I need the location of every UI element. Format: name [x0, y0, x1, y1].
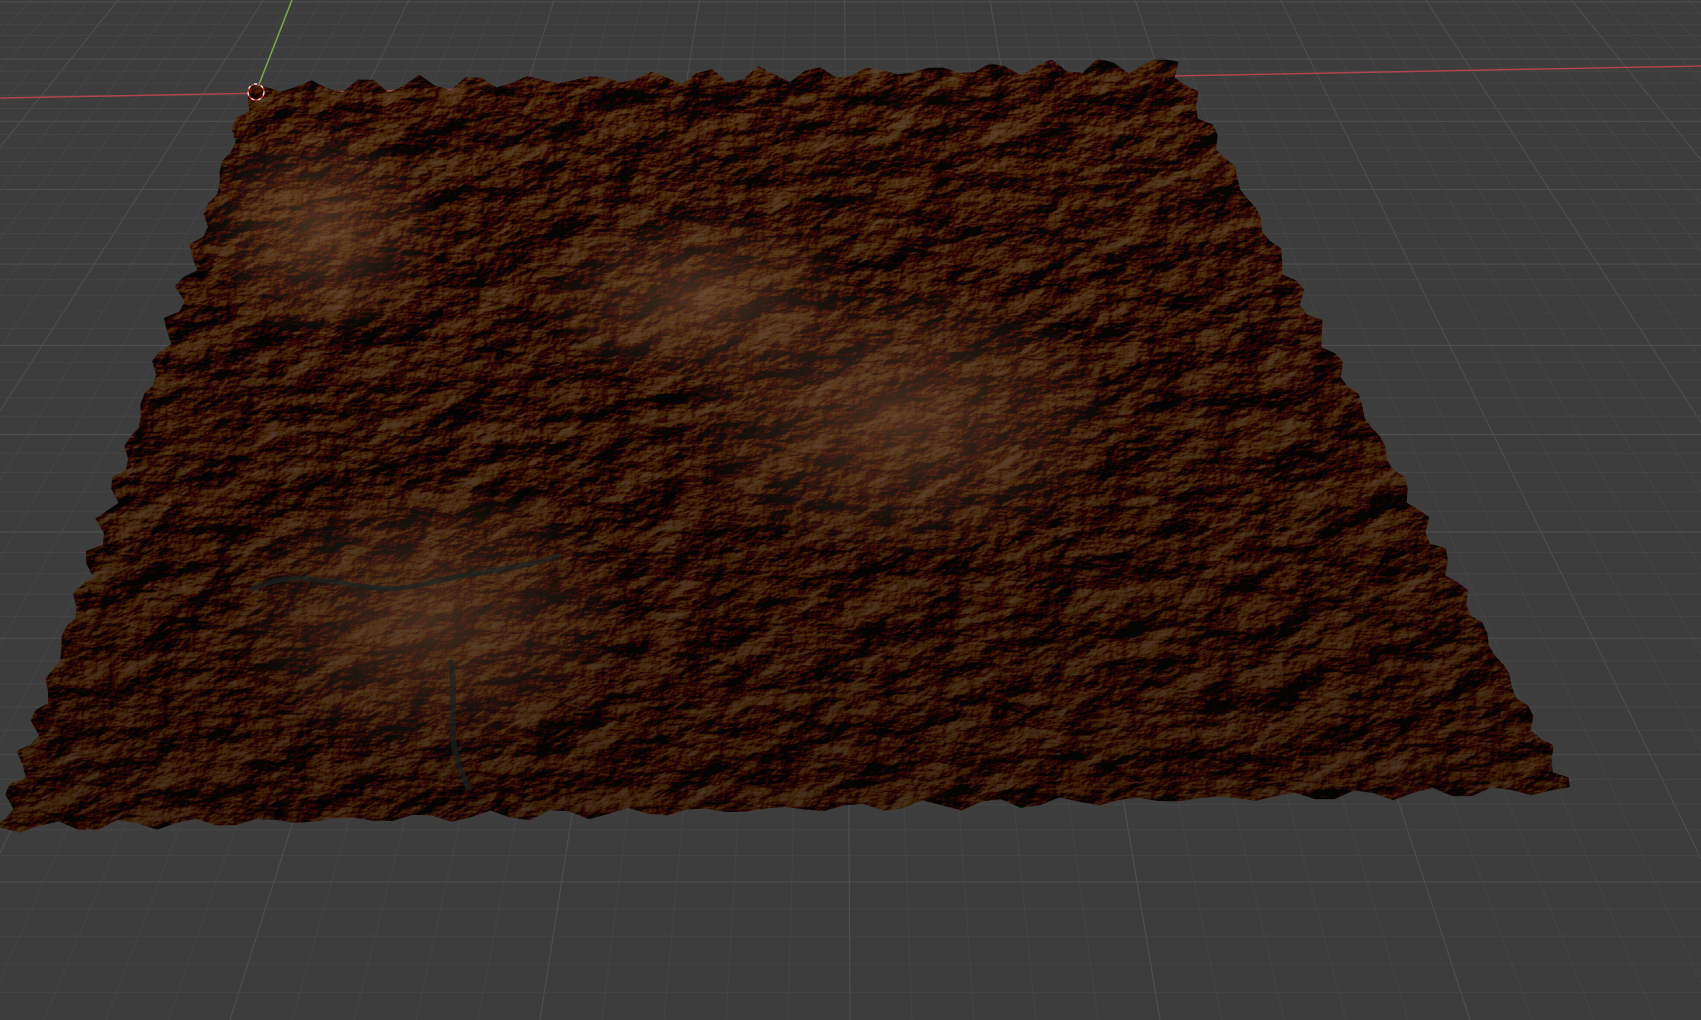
grid-line — [0, 0, 61, 70]
terrain-texture — [0, 60, 1570, 833]
grid-line — [1629, 0, 1701, 83]
grid-line — [0, 0, 3, 3]
3d-viewport[interactable] — [0, 0, 1701, 1020]
grid-line — [1396, 0, 1701, 493]
grid-line — [1687, 0, 1701, 15]
grid-line — [1600, 0, 1701, 120]
grid-line — [1425, 0, 1701, 424]
grid-line — [1483, 0, 1701, 304]
grid-line — [0, 0, 90, 108]
y-axis-line — [255, 0, 293, 93]
grid-line — [1512, 0, 1701, 252]
viewport-canvas[interactable] — [0, 0, 1701, 1020]
terrain-mesh[interactable] — [0, 57, 1580, 840]
grid-line — [0, 0, 119, 149]
grid-line — [1658, 0, 1701, 48]
grid-line — [0, 0, 32, 36]
